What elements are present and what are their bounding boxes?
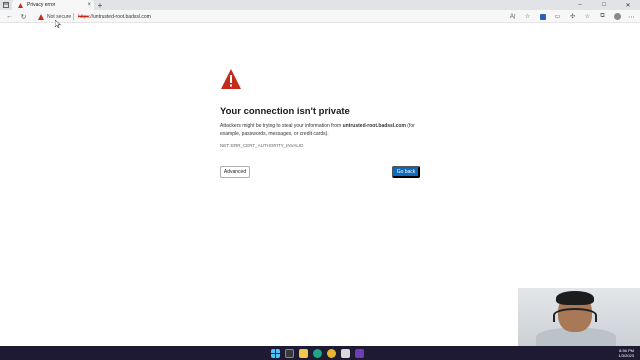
- url-scheme: https: [78, 13, 89, 20]
- taskbar: 8:36 PM 1/3/2023: [0, 346, 640, 360]
- browser-toolbar: ← ↻ Not secure https ://untrusted-root.b…: [0, 10, 640, 23]
- read-aloud-icon[interactable]: Aʃ: [508, 12, 517, 21]
- error-message: Attackers might be trying to steal your …: [220, 122, 420, 138]
- warning-favicon-icon: [18, 2, 23, 8]
- headset-icon: [553, 308, 597, 322]
- favorites-icon[interactable]: ☆: [583, 12, 592, 21]
- file-explorer-icon[interactable]: [299, 348, 308, 358]
- more-menu-icon[interactable]: ⋯: [627, 12, 636, 21]
- new-tab-button[interactable]: +: [94, 0, 106, 10]
- tab-title: Privacy error: [27, 2, 56, 8]
- extensions-puzzle-icon[interactable]: ✣: [568, 12, 577, 21]
- tab-actions-icon: [3, 2, 9, 8]
- tab-close-icon[interactable]: ×: [87, 1, 91, 9]
- mouse-cursor-icon: [55, 20, 61, 28]
- mail-icon[interactable]: [341, 348, 350, 358]
- not-secure-label: Not secure: [47, 13, 72, 20]
- advanced-button[interactable]: Advanced: [220, 166, 250, 178]
- tab-privacy-error[interactable]: Privacy error ×: [12, 0, 94, 10]
- tab-actions-button[interactable]: [0, 0, 12, 10]
- edge-browser-icon[interactable]: [313, 348, 322, 358]
- collections-icon[interactable]: ⧉: [598, 12, 607, 21]
- address-separator: [73, 13, 74, 20]
- maximize-button[interactable]: □: [592, 0, 616, 10]
- refresh-icon[interactable]: ↻: [19, 12, 28, 21]
- task-view-icon[interactable]: [285, 348, 294, 358]
- visual-studio-icon[interactable]: [355, 348, 364, 358]
- toolbar-icons: Aʃ ☆ ▭ ✣ ☆ ⧉: [508, 12, 622, 21]
- profile-avatar-icon[interactable]: [613, 12, 622, 21]
- favorite-star-icon[interactable]: ☆: [523, 12, 532, 21]
- window-controls: – □ ✕: [568, 0, 640, 10]
- clock-date: 1/3/2023: [618, 353, 634, 358]
- message-prefix: Attackers might be trying to steal your …: [220, 123, 343, 129]
- extension-badge-icon[interactable]: [538, 12, 547, 21]
- chrome-icon[interactable]: [327, 348, 336, 358]
- go-back-button[interactable]: Go back: [392, 166, 420, 178]
- taskbar-apps: [271, 348, 364, 358]
- taskbar-clock[interactable]: 8:36 PM 1/3/2023: [618, 348, 634, 358]
- message-host: untrusted-root.badssl.com: [342, 123, 406, 129]
- warning-icon: [38, 13, 44, 20]
- back-arrow-icon[interactable]: ←: [5, 12, 14, 21]
- minimize-button[interactable]: –: [568, 0, 592, 10]
- page-title: Your connection isn't private: [220, 106, 350, 117]
- title-bar: Privacy error × + – □ ✕: [0, 0, 640, 10]
- close-button[interactable]: ✕: [616, 0, 640, 10]
- split-screen-icon[interactable]: ▭: [553, 12, 562, 21]
- error-code: NET::ERR_CERT_AUTHORITY_INVALID: [220, 143, 304, 148]
- address-bar[interactable]: https ://untrusted-root.badssl.com: [78, 12, 151, 21]
- start-windows-icon[interactable]: [271, 348, 280, 358]
- url-host: ://untrusted-root.badssl.com: [88, 13, 151, 20]
- person-hair: [556, 291, 594, 305]
- warning-triangle-icon: [221, 69, 241, 89]
- webcam-overlay: [518, 288, 640, 346]
